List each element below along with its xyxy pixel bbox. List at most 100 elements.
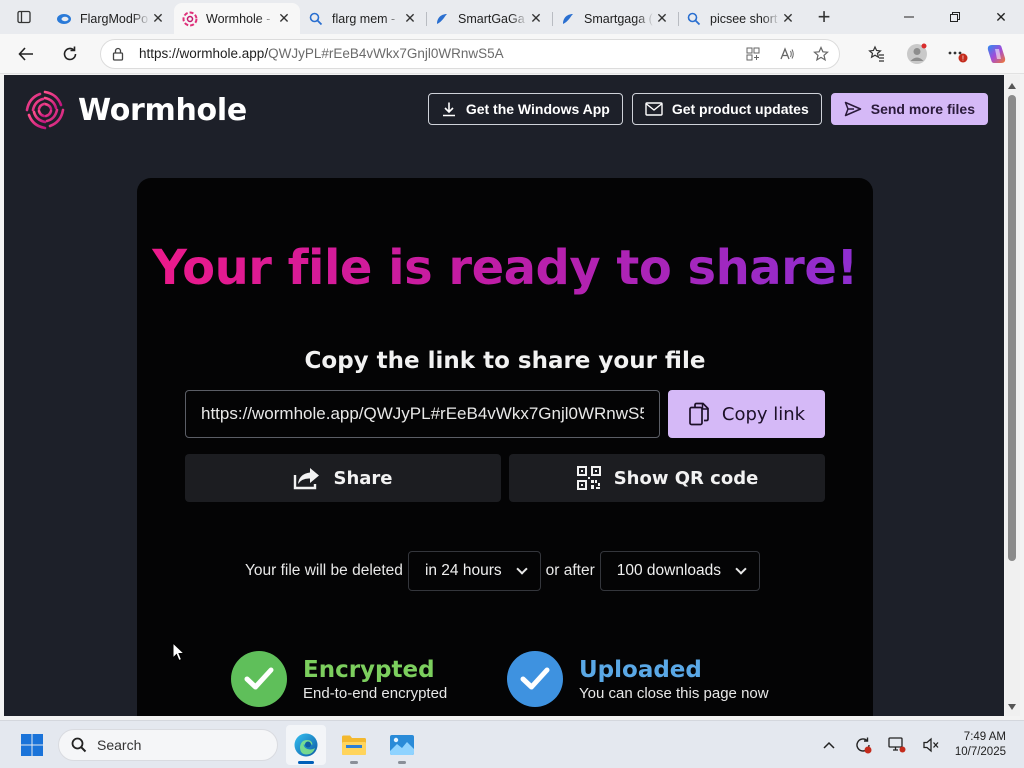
scrollbar-thumb[interactable] [1008, 95, 1016, 561]
get-windows-app-button[interactable]: Get the Windows App [427, 93, 623, 125]
sync-status-button[interactable] [853, 735, 873, 755]
system-tray: 7:49 AM 10/7/2025 [819, 730, 1024, 760]
taskbar-file-explorer[interactable] [334, 725, 374, 765]
close-icon[interactable]: ✕ [402, 10, 418, 27]
address-bar-actions [745, 45, 829, 62]
page-scrollbar[interactable] [1005, 75, 1020, 716]
tab-actions-icon [17, 10, 31, 24]
download-icon [442, 102, 455, 117]
profile-button[interactable] [904, 41, 930, 67]
profile-avatar-icon [907, 43, 927, 64]
settings-more-button[interactable]: ! [944, 41, 970, 67]
show-qr-code-button[interactable]: Show QR code [509, 454, 825, 502]
taskbar-search[interactable]: Search [58, 728, 278, 761]
close-window-button[interactable]: ✕ [978, 0, 1024, 34]
tab-title: FlargModPo [80, 11, 149, 26]
get-windows-app-label: Get the Windows App [465, 101, 610, 117]
qr-code-icon [576, 466, 601, 490]
close-icon[interactable]: ✕ [654, 10, 670, 27]
new-tab-button[interactable]: + [804, 0, 844, 34]
minimize-button[interactable] [886, 0, 932, 34]
plus-icon: + [817, 4, 831, 29]
tab-flargmodpo[interactable]: FlargModPo ✕ [48, 3, 174, 34]
browser-toolbar: https://wormhole.app/QWJyPL#rEeB4vWkx7Gn… [0, 34, 1024, 74]
show-hidden-icons-button[interactable] [819, 735, 839, 755]
lock-icon[interactable] [111, 47, 125, 61]
read-aloud-icon[interactable] [779, 46, 795, 62]
favorite-star-icon[interactable] [813, 45, 829, 62]
restore-button[interactable] [932, 0, 978, 34]
encrypted-text: Encrypted End-to-end encrypted [303, 657, 447, 702]
encrypted-title: Encrypted [303, 656, 435, 683]
send-more-files-button[interactable]: Send more files [830, 93, 988, 125]
copilot-icon [987, 44, 1006, 63]
chevron-down-icon [735, 563, 747, 575]
favorites-button[interactable] [864, 41, 890, 67]
search-icon [308, 11, 324, 27]
volume-button[interactable] [921, 735, 941, 755]
network-status-button[interactable] [887, 735, 907, 755]
get-product-updates-button[interactable]: Get product updates [631, 93, 822, 125]
brand-name: Wormhole [78, 92, 247, 128]
close-icon[interactable]: ✕ [150, 10, 166, 27]
chevron-up-icon [823, 741, 835, 749]
tab-picsee[interactable]: picsee short ✕ [678, 3, 804, 34]
refresh-button[interactable] [52, 38, 88, 70]
copy-link-button[interactable]: Copy link [668, 390, 825, 438]
wormhole-logo-icon [25, 90, 65, 130]
check-circle-icon [231, 651, 287, 707]
active-indicator [298, 760, 314, 764]
expiry-time-select[interactable]: in 24 hours [407, 551, 541, 591]
app-available-icon[interactable] [745, 46, 761, 62]
uploaded-title: Uploaded [579, 656, 702, 683]
smartgaga-icon [560, 11, 576, 27]
taskbar-clock[interactable]: 7:49 AM 10/7/2025 [955, 730, 1016, 760]
close-icon[interactable]: ✕ [780, 10, 796, 27]
folder-icon [342, 735, 366, 755]
wormhole-logo[interactable]: Wormhole [24, 89, 247, 131]
clock-time: 7:49 AM [963, 730, 1006, 743]
taskbar-apps [286, 724, 422, 765]
share-link-field[interactable] [185, 390, 660, 438]
copy-icon [689, 402, 709, 426]
share-button[interactable]: Share [185, 454, 501, 502]
tab-title: SmartGaGa [458, 11, 525, 26]
taskbar-edge[interactable] [286, 724, 326, 765]
tab-flarg-mem[interactable]: flarg mem - ✕ [300, 3, 426, 34]
taskbar-photos[interactable] [382, 725, 422, 765]
header-actions: Get the Windows App Get product updates … [427, 93, 988, 125]
url-text: https://wormhole.app/QWJyPL#rEeB4vWkx7Gn… [139, 46, 745, 61]
tab-wormhole[interactable]: Wormhole - ✕ [174, 3, 300, 34]
address-bar[interactable]: https://wormhole.app/QWJyPL#rEeB4vWkx7Gn… [100, 38, 840, 69]
link-row: Copy link [185, 390, 825, 438]
close-icon[interactable]: ✕ [528, 10, 544, 27]
share-subheading: Copy the link to share your file [304, 348, 706, 374]
start-button[interactable] [14, 727, 50, 763]
search-icon [71, 737, 87, 752]
tab-actions-button[interactable] [0, 0, 48, 34]
download-limit-select[interactable]: 100 downloads [599, 551, 761, 591]
tab-smartgaga-2[interactable]: Smartgaga ( ✕ [552, 3, 678, 34]
copilot-button[interactable] [984, 41, 1010, 67]
wormhole-favicon-icon [182, 11, 198, 27]
page-title: Your file is ready to share! [137, 240, 873, 296]
edge-icon [294, 733, 318, 756]
back-button[interactable] [8, 38, 44, 70]
page-viewport: Wormhole Get the Windows App Get product… [4, 75, 1004, 716]
mouse-cursor-icon [172, 642, 186, 662]
chevron-down-icon [515, 563, 528, 575]
close-icon[interactable]: ✕ [276, 10, 292, 27]
scroll-down-icon[interactable] [1008, 704, 1016, 710]
running-indicator [398, 760, 406, 764]
share-actions: Share Show QR code [185, 454, 825, 502]
close-icon: ✕ [995, 8, 1007, 25]
tab-smartgaga[interactable]: SmartGaGa ✕ [426, 3, 552, 34]
share-label: Share [333, 467, 393, 489]
download-limit-value: 100 downloads [616, 562, 722, 579]
clock-date: 10/7/2025 [954, 745, 1006, 758]
scroll-up-icon[interactable] [1008, 83, 1016, 89]
refresh-icon [63, 46, 77, 60]
photos-icon [390, 734, 414, 755]
tab-title: picsee short [710, 11, 778, 26]
send-icon [844, 101, 861, 117]
